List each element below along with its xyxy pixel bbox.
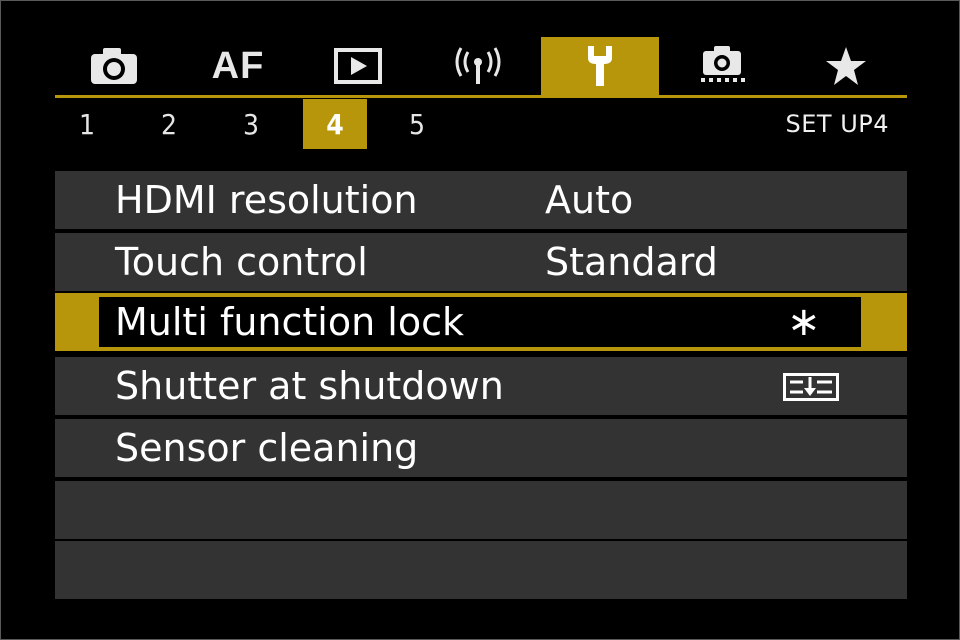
asterisk-value: ∗	[787, 299, 821, 345]
menu-item-empty	[55, 541, 907, 599]
tab-wireless[interactable]	[419, 37, 537, 95]
section-label: SET UP4	[785, 110, 889, 138]
tab-af-label: AF	[211, 44, 265, 87]
tab-setup[interactable]	[541, 37, 659, 95]
menu-item-label: Sensor cleaning	[115, 426, 419, 470]
menu-item-empty	[55, 481, 907, 539]
page-2[interactable]: 2	[137, 99, 201, 149]
menu-item-sensor-cleaning[interactable]: Sensor cleaning	[55, 419, 907, 477]
menu-item-label: Multi function lock	[115, 300, 464, 344]
menu-item-touch-control[interactable]: Touch control Standard	[55, 233, 907, 291]
menu-item-multi-function-lock[interactable]: Multi function lock ∗	[55, 293, 907, 351]
page-selector: 1 2 3 4 5 SET UP4	[55, 99, 907, 151]
wireless-icon	[455, 47, 501, 84]
menu-item-label: Touch control	[115, 240, 368, 284]
page-1[interactable]: 1	[55, 99, 119, 149]
page-3[interactable]: 3	[219, 99, 283, 149]
tab-my-menu[interactable]	[787, 37, 905, 95]
menu-tab-bar: AF	[55, 37, 907, 95]
custom-functions-icon	[701, 46, 745, 82]
menu-item-label: HDMI resolution	[115, 178, 418, 222]
tab-shooting[interactable]	[55, 37, 173, 95]
page-5[interactable]: 5	[385, 99, 449, 149]
star-icon	[826, 47, 866, 85]
tab-af[interactable]: AF	[179, 37, 297, 95]
menu-item-label: Shutter at shutdown	[115, 364, 504, 408]
tab-custom-functions[interactable]	[663, 37, 781, 95]
shutter-retract-icon	[783, 373, 839, 405]
page-4[interactable]: 4	[303, 99, 367, 149]
camera-icon	[91, 48, 137, 84]
playback-icon	[334, 48, 382, 84]
menu-item-value: Standard	[545, 240, 718, 284]
menu-item-value: Auto	[545, 178, 634, 222]
tab-underline	[55, 95, 907, 98]
menu-item-hdmi-resolution[interactable]: HDMI resolution Auto	[55, 171, 907, 229]
tab-playback[interactable]	[299, 37, 417, 95]
menu-item-shutter-at-shutdown[interactable]: Shutter at shutdown	[55, 357, 907, 415]
wrench-icon	[588, 46, 612, 86]
camera-menu-screen: AF 1 2 3 4 5 SET UP4 HDMI resolution Aut…	[0, 0, 960, 640]
